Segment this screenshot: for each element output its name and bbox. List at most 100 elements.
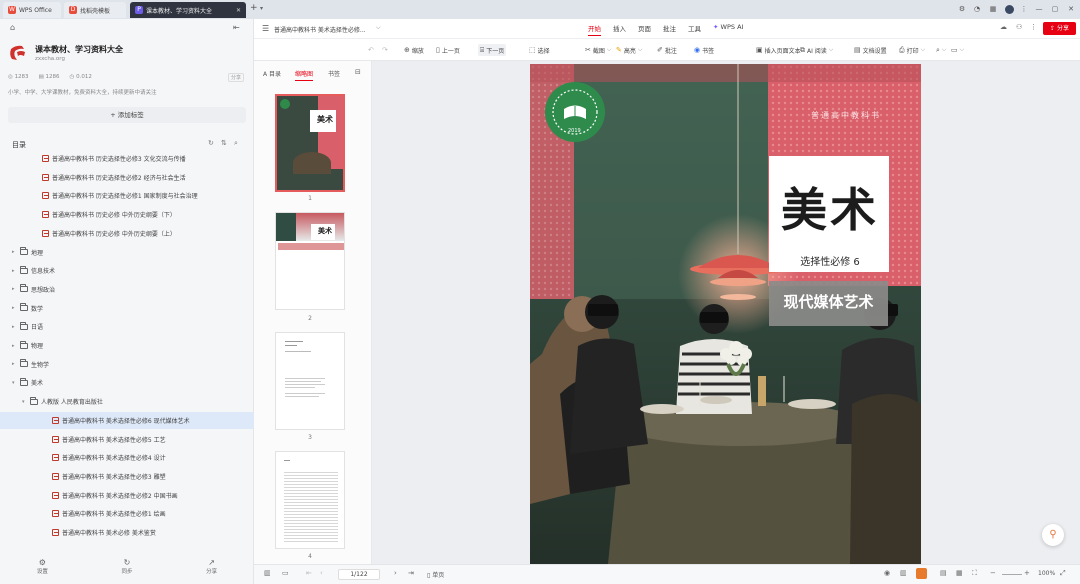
home-icon[interactable]: ⌂ [10, 23, 15, 32]
cloud-icon[interactable]: ☁ [1000, 23, 1007, 31]
tab-wps-office[interactable]: W WPS Office [3, 2, 61, 18]
menu-tools[interactable]: 工具 [688, 23, 701, 36]
chevron-right-icon[interactable]: ▸ [12, 343, 20, 349]
tool-select[interactable]: ⬚ 选择 [527, 44, 552, 56]
thumbnail-page-4[interactable] [275, 451, 345, 549]
collab-icon[interactable]: ⚇ [1016, 23, 1022, 31]
continuous-icon[interactable]: ▤ [940, 569, 947, 577]
tree-file[interactable]: 普通高中教科书 美术选择性必修2 中国书画 [0, 487, 254, 504]
tab-document[interactable]: P 课本教材、学习资料大全 ✕ [130, 2, 246, 18]
tool-zoom[interactable]: ⊕ 缩放 [402, 44, 426, 56]
page-number-input[interactable]: 1/122 [338, 569, 380, 580]
assistant-float-button[interactable]: ⚲ [1042, 524, 1064, 546]
tree-file[interactable]: 普通高中教科书 美术选择性必修1 绘画 [0, 505, 254, 522]
chevron-right-icon[interactable]: ▸ [12, 286, 20, 292]
close-tab-icon[interactable]: ✕ [236, 7, 241, 14]
tab-template[interactable]: D 找稻壳模板 [64, 2, 126, 18]
eye-protect-icon[interactable]: ◉ [884, 569, 890, 577]
side-tab-bookmarks[interactable]: 书签 [328, 69, 340, 78]
tree-folder[interactable]: ▸ 思想政治 [0, 281, 254, 298]
zoom-out-icon[interactable]: − [990, 569, 996, 577]
zoom-level[interactable]: 100% [1038, 570, 1055, 577]
hamburger-icon[interactable]: ☰ [262, 24, 269, 33]
document-viewer[interactable]: 2019 普通高中教科书 美术 选择性必修 6 现代媒体艺术 ⚲ [372, 61, 1080, 564]
tool-search[interactable]: ⌕ ⌵ [934, 44, 948, 56]
minimize-icon[interactable]: — [1033, 3, 1045, 15]
zoom-in-icon[interactable]: + [1024, 569, 1030, 577]
search-icon[interactable]: ⌕ [234, 139, 238, 148]
tool-ai-read[interactable]: ▣ 插入页面文本 [754, 44, 803, 56]
tool-screenshot[interactable]: ✂ 截图 ⌵ [583, 44, 613, 56]
add-tag-button[interactable]: + 添加标签 [8, 107, 246, 123]
chevron-right-icon[interactable]: ▸ [12, 249, 20, 255]
side-tab-toc[interactable]: A 目录 [263, 69, 281, 78]
chevron-right-icon[interactable]: ▸ [12, 268, 20, 274]
read-mode-icon[interactable] [916, 568, 927, 579]
more-icon[interactable]: ⋮ [1030, 23, 1037, 31]
chevron-down-icon[interactable]: ▾ [12, 380, 20, 386]
avatar[interactable] [1003, 3, 1015, 15]
tree-file[interactable]: 普通高中教科书 美术选择性必修6 现代媒体艺术 [0, 411, 254, 429]
collapse-sidebar-icon[interactable]: ⇤ [233, 23, 240, 32]
tool-insert-text[interactable]: ◉ 书签 [692, 44, 716, 56]
tree-folder[interactable]: ▸ 生物学 [0, 356, 254, 373]
tree-folder[interactable]: ▸ 数学 [0, 300, 254, 317]
tree-file[interactable]: 普通高中教科书 历史必修 中外历史纲要（上） [0, 225, 254, 242]
tree-file[interactable]: 普通高中教科书 美术必修 美术鉴赏 [0, 524, 254, 541]
menu-insert[interactable]: 插入 [613, 23, 626, 36]
view-mode-button[interactable]: ▯ 单页 [427, 570, 444, 579]
fit-width-icon[interactable]: ⤢ [1060, 569, 1066, 578]
grid-icon[interactable]: ▦ [987, 3, 999, 15]
sort-icon[interactable]: ⇅ [221, 139, 227, 147]
tool-comment[interactable]: ✐ 批注 [655, 44, 679, 56]
menu-home[interactable]: 开始 [588, 23, 601, 36]
tool-more-text[interactable]: ⧉ AI 阅读 ⌵ [798, 44, 835, 56]
refresh-icon[interactable]: ↻ [208, 139, 214, 147]
tree-file[interactable]: 普通高中教科书 历史选择性必修3 文化交流与传播 [0, 150, 254, 167]
nav-share[interactable]: ↗ 分享 [206, 558, 217, 575]
next-page-icon[interactable]: › [394, 569, 397, 577]
settings-icon[interactable]: ⚙ [956, 3, 968, 15]
nav-sync[interactable]: ↻ 同步 [121, 558, 132, 575]
share-button[interactable]: ⇪ 分享 [1043, 22, 1076, 35]
menu-comment[interactable]: 批注 [663, 23, 676, 36]
tab-dropdown-icon[interactable]: ▾ [260, 5, 263, 12]
menu-icon[interactable]: ⋮ [1018, 3, 1030, 15]
nav-settings[interactable]: ⚙ 设置 [37, 558, 48, 575]
tree-file[interactable]: 普通高中教科书 美术选择性必修3 雕塑 [0, 468, 254, 485]
zoom-slider[interactable] [1002, 574, 1022, 575]
tool-display[interactable]: ▭ ⌵ [949, 44, 966, 56]
close-window-icon[interactable]: ✕ [1065, 3, 1077, 15]
tree-folder[interactable]: ▸ 物理 [0, 337, 254, 354]
redo-button[interactable]: ↷ [380, 44, 390, 56]
tree-folder[interactable]: ▾ 人教版 人民教育出版社 [0, 393, 254, 410]
chevron-down-icon[interactable]: ▾ [22, 399, 30, 405]
menu-wps-ai[interactable]: ✦ WPS AI [713, 23, 743, 36]
maximize-icon[interactable]: ▢ [1049, 3, 1061, 15]
tool-next-page[interactable]: ⌸ 下一页 [478, 44, 507, 56]
thumbnail-page-1[interactable]: 美术 [275, 94, 345, 192]
side-tab-thumbnails[interactable]: 缩略图 [295, 69, 314, 81]
first-page-icon[interactable]: ⇤ [306, 569, 312, 577]
fullscreen-icon[interactable]: ⛶ [972, 569, 977, 578]
book-mode-icon[interactable]: ▦ [956, 569, 963, 577]
tree-folder[interactable]: ▾ 美术 [0, 374, 254, 391]
tree-folder[interactable]: ▸ 地理 [0, 244, 254, 261]
thumbnail-page-3[interactable] [275, 332, 345, 430]
undo-button[interactable]: ↶ [366, 44, 376, 56]
prev-page-icon[interactable]: ‹ [320, 569, 323, 577]
chevron-right-icon[interactable]: ▸ [12, 305, 20, 311]
tree-file[interactable]: 普通高中教科书 历史必修 中外历史纲要（下） [0, 206, 254, 223]
tree-folder[interactable]: ▸ 日语 [0, 318, 254, 335]
tree-file[interactable]: 普通高中教科书 美术选择性必修5 工艺 [0, 431, 254, 448]
chevron-right-icon[interactable]: ▸ [12, 324, 20, 330]
title-menu-icon[interactable]: ⌵ [376, 24, 381, 32]
fit-page-icon[interactable]: ▭ [282, 569, 289, 577]
new-tab-button[interactable]: + [250, 3, 258, 13]
chevron-right-icon[interactable]: ▸ [12, 361, 20, 367]
panel-toggle-icon[interactable]: ⊟ [355, 68, 361, 76]
skin-icon[interactable]: ◔ [971, 3, 983, 15]
tree-file[interactable]: 普通高中教科书 历史选择性必修1 国家制度与社会治理 [0, 187, 254, 204]
tool-highlight[interactable]: ✎ 高亮 ⌵ [614, 44, 644, 56]
thumbnail-page-2[interactable]: 美术 [275, 212, 345, 310]
